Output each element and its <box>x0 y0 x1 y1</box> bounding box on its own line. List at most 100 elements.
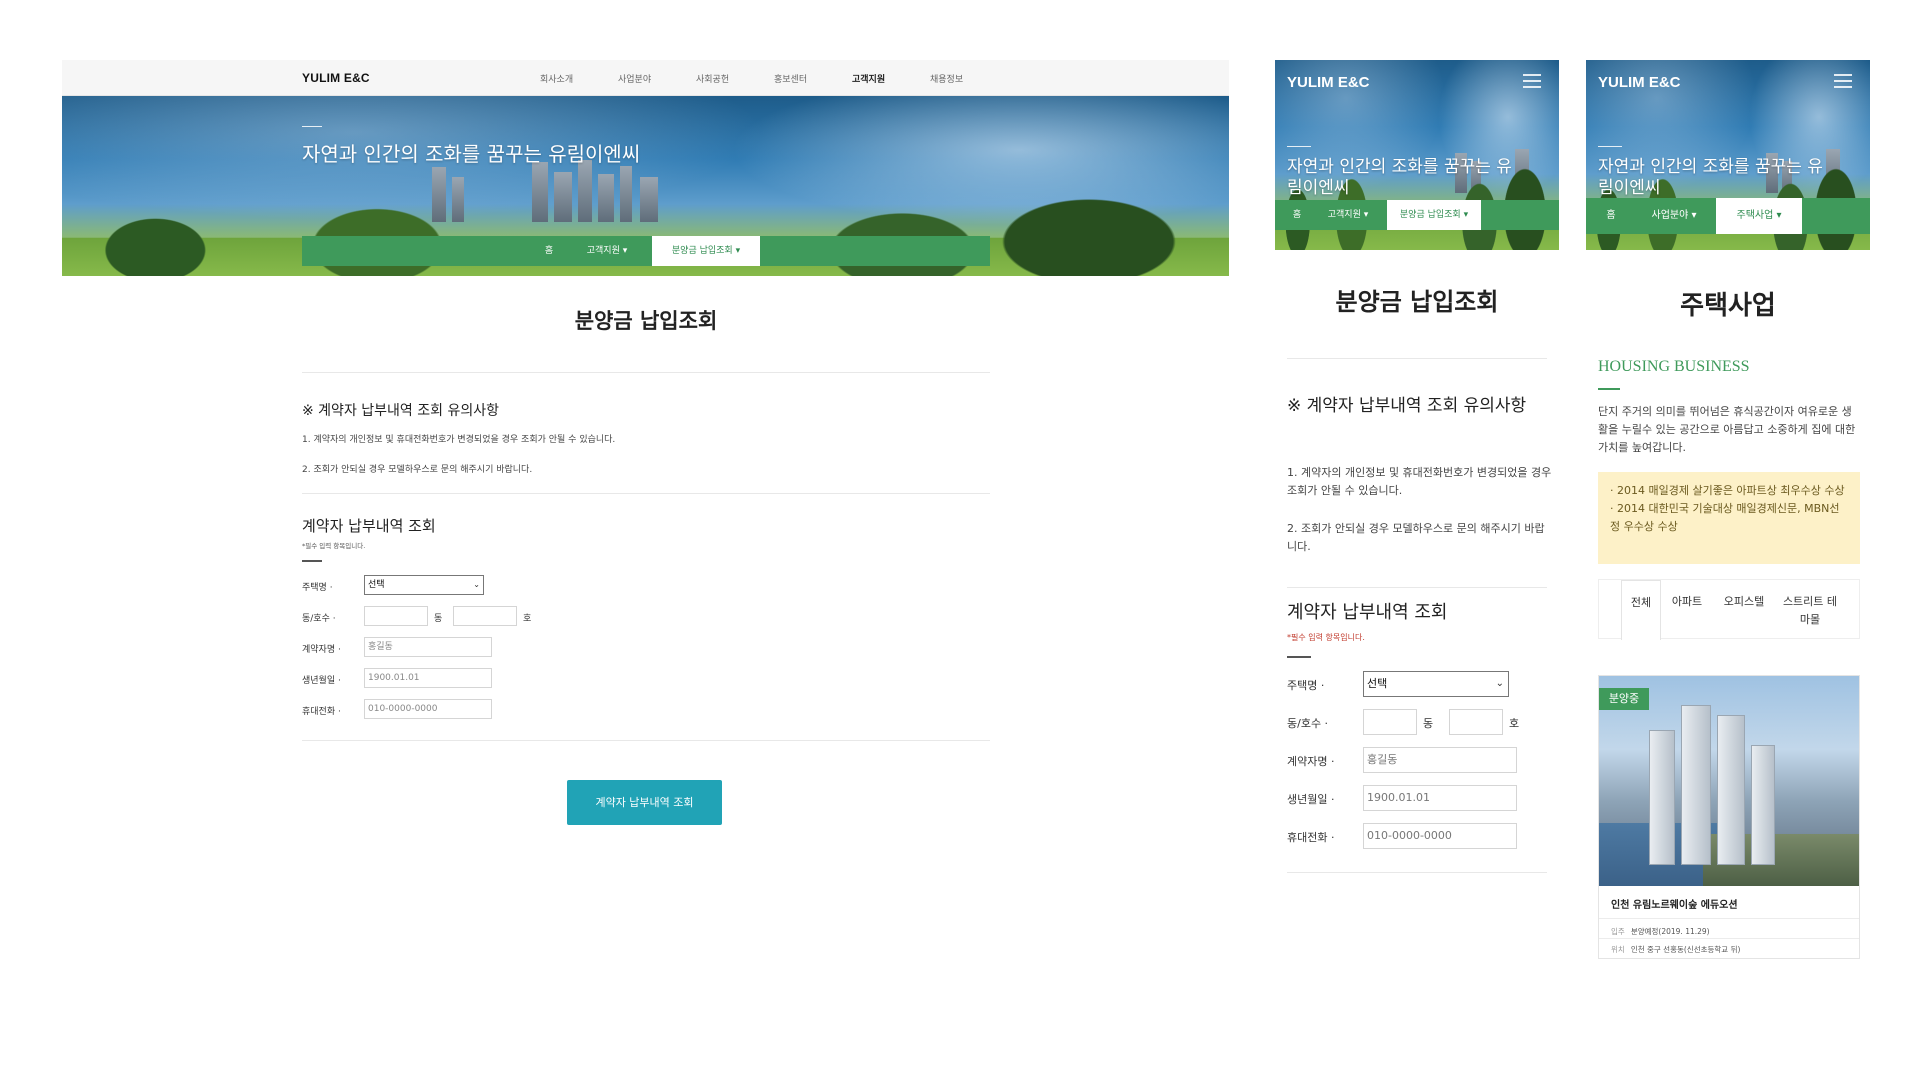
breadcrumb-level2-dropdown[interactable]: 분양금 납입조회 ▾ <box>652 236 760 266</box>
birth-placeholder: 1900.01.01 <box>1367 791 1430 804</box>
heading-rule <box>1598 388 1620 390</box>
project-image[interactable]: 분양중 <box>1599 676 1859 886</box>
menu-item-social[interactable]: 사회공헌 <box>696 72 774 85</box>
breadcrumb-level1-dropdown[interactable]: 고객지원 ▾ <box>1315 200 1381 230</box>
chevron-down-icon: ⌄ <box>1495 678 1504 689</box>
name-placeholder: 홍길동 <box>1367 753 1398 766</box>
award-item: · 2014 대한민국 기술대상 매일경제신문, MBN선정 우수상 수상 <box>1610 502 1840 533</box>
breadcrumb: 홈 고객지원 ▾ 분양금 납입조회 ▾ <box>1275 200 1559 230</box>
tab-officetel[interactable]: 오피스텔 <box>1715 580 1773 640</box>
menu-item-support[interactable]: 고객지원 <box>852 72 930 85</box>
site-logo[interactable]: YULIM E&C <box>1287 74 1370 91</box>
tab-apartment[interactable]: 아파트 <box>1663 580 1711 640</box>
page-title: 분양금 납입조회 <box>1335 288 1499 316</box>
breadcrumb-level1-dropdown[interactable]: 사업분야 ▾ <box>1634 198 1714 234</box>
tower-graphic <box>1681 705 1711 865</box>
divider <box>1287 587 1547 588</box>
dong-input[interactable] <box>364 606 428 626</box>
ho-input[interactable] <box>453 606 517 626</box>
ho-input[interactable] <box>1449 709 1503 735</box>
breadcrumb-level1-dropdown[interactable]: 고객지원 ▾ <box>570 236 644 266</box>
divider <box>302 372 990 373</box>
notice-line-1: 1. 계약자의 개인정보 및 휴대전화번호가 변경되었을 경우 조회가 안될 수… <box>1287 466 1552 497</box>
menu-item-pr[interactable]: 홍보센터 <box>774 72 852 85</box>
short-rule <box>1287 656 1311 658</box>
tower-graphic <box>1649 730 1675 865</box>
divider <box>302 493 990 494</box>
submit-inquiry-button[interactable]: 계약자 납부내역 조회 <box>567 780 722 825</box>
chevron-down-icon: ⌄ <box>473 580 480 589</box>
dong-suffix: 동 <box>434 614 443 624</box>
breadcrumb-level2-dropdown[interactable]: 주택사업 ▾ <box>1716 198 1802 234</box>
site-logo[interactable]: YULIM E&C <box>302 71 370 85</box>
form-title: 계약자 납부내역 조회 <box>302 517 436 535</box>
hero-title: 자연과 인간의 조화를 꿈꾸는 유림이엔씨 <box>302 142 641 166</box>
phone-label: 휴대전화 · <box>302 707 341 717</box>
tower-graphic <box>1717 715 1745 865</box>
phone-input[interactable]: 010-0000-0000 <box>1363 823 1517 849</box>
unit-label: 동/호수 · <box>1287 717 1329 730</box>
hero-title: 자연과 인간의 조화를 꿈꾸는 유림이엔씨 <box>1598 157 1823 198</box>
divider <box>1287 358 1547 359</box>
page-title: 분양금 납입조회 <box>574 309 718 333</box>
ho-suffix: 호 <box>1509 717 1520 730</box>
desktop-view: YULIM E&C 회사소개 사업분야 사회공헌 홍보센터 고객지원 채용정보 … <box>62 60 1229 840</box>
mobile-hero: YULIM E&C 자연과 인간의 조화를 꿈꾸는 유림이엔씨 홈 고객지원 ▾… <box>1275 60 1559 250</box>
awards-box: · 2014 매일경제 살기좋은 아파트상 최우수상 수상 · 2014 대한민… <box>1598 472 1860 564</box>
housing-select[interactable]: 선택 ⌄ <box>364 575 484 595</box>
tab-street-mall[interactable]: 스트리트 테마몰 <box>1779 580 1841 640</box>
mobile-view-housing: YULIM E&C 자연과 인간의 조화를 꿈꾸는 유림이엔씨 홈 사업분야 ▾… <box>1586 60 1870 960</box>
name-input[interactable]: 홍길동 <box>364 637 492 657</box>
hero-dash <box>1287 146 1311 147</box>
housing-select[interactable]: 선택 ⌄ <box>1363 671 1509 697</box>
project-title[interactable]: 인천 유림노르웨이숲 에듀오션 <box>1611 896 1738 911</box>
birth-input[interactable]: 1900.01.01 <box>1363 785 1517 811</box>
meta-value: 인천 중구 선홍동(신선초등학교 뒤) <box>1630 945 1741 954</box>
breadcrumb-home[interactable]: 홈 <box>534 236 564 266</box>
ho-suffix: 호 <box>523 614 532 624</box>
main-menu: 회사소개 사업분야 사회공헌 홍보센터 고객지원 채용정보 <box>540 72 1008 85</box>
phone-input[interactable]: 010-0000-0000 <box>364 699 492 719</box>
hamburger-menu-icon[interactable] <box>1834 74 1852 88</box>
divider <box>1287 872 1547 873</box>
meta-value: 분양예정(2019. 11.29) <box>1630 927 1710 936</box>
breadcrumb: 홈 고객지원 ▾ 분양금 납입조회 ▾ <box>302 236 990 266</box>
menu-item-business[interactable]: 사업분야 <box>618 72 696 85</box>
mobile-hero: YULIM E&C 자연과 인간의 조화를 꿈꾸는 유림이엔씨 홈 사업분야 ▾… <box>1586 60 1870 250</box>
name-label: 계약자명 · <box>1287 755 1335 768</box>
breadcrumb-home[interactable]: 홈 <box>1596 198 1626 234</box>
required-note: *필수 입력 항목입니다. <box>302 542 366 550</box>
section-heading: HOUSING BUSINESS <box>1598 358 1750 375</box>
birth-input[interactable]: 1900.01.01 <box>364 668 492 688</box>
status-badge: 분양중 <box>1599 688 1649 710</box>
tab-all[interactable]: 전체 <box>1621 580 1661 640</box>
notice-line-1: 1. 계약자의 개인정보 및 휴대전화번호가 변경되었을 경우 조회가 안될 수… <box>302 435 616 445</box>
divider <box>1599 938 1859 939</box>
breadcrumb-home[interactable]: 홈 <box>1285 200 1309 230</box>
housing-label: 주택명 · <box>1287 679 1325 692</box>
category-tabs: 전체 아파트 오피스텔 스트리트 테마몰 <box>1598 579 1860 640</box>
top-navigation: YULIM E&C 회사소개 사업분야 사회공헌 홍보센터 고객지원 채용정보 <box>62 60 1229 96</box>
meta-key: 입주 <box>1611 927 1625 936</box>
site-logo[interactable]: YULIM E&C <box>1598 74 1681 91</box>
hero-banner: 자연과 인간의 조화를 꿈꾸는 유림이엔씨 홈 고객지원 ▾ 분양금 납입조회 … <box>62 96 1229 276</box>
breadcrumb-level2-dropdown[interactable]: 분양금 납입조회 ▾ <box>1387 200 1481 230</box>
page-title: 주택사업 <box>1680 291 1776 321</box>
move-in-meta: 입주 분양예정(2019. 11.29) <box>1611 926 1710 937</box>
dong-input[interactable] <box>1363 709 1417 735</box>
phone-placeholder: 010-0000-0000 <box>1367 829 1452 842</box>
project-card[interactable]: 분양중 인천 유림노르웨이숲 에듀오션 입주 분양예정(2019. 11.29) … <box>1598 675 1860 959</box>
unit-label: 동/호수 · <box>302 614 336 624</box>
name-label: 계약자명 · <box>302 645 341 655</box>
birth-label: 생년월일 · <box>1287 793 1335 806</box>
name-input[interactable]: 홍길동 <box>1363 747 1517 773</box>
menu-item-careers[interactable]: 채용정보 <box>930 72 1008 85</box>
hamburger-menu-icon[interactable] <box>1523 74 1541 88</box>
location-meta: 위치 인천 중구 선홍동(신선초등학교 뒤) <box>1611 944 1740 955</box>
breadcrumb: 홈 사업분야 ▾ 주택사업 ▾ <box>1586 198 1870 234</box>
section-description: 단지 주거의 의미를 뛰어넘은 휴식공간이자 여유로운 생활을 누릴수 있는 공… <box>1598 405 1856 454</box>
menu-item-company[interactable]: 회사소개 <box>540 72 618 85</box>
birth-placeholder: 1900.01.01 <box>368 673 420 683</box>
award-item: · 2014 매일경제 살기좋은 아파트상 최우수상 수상 <box>1610 484 1845 497</box>
form-title: 계약자 납부내역 조회 <box>1287 602 1448 623</box>
